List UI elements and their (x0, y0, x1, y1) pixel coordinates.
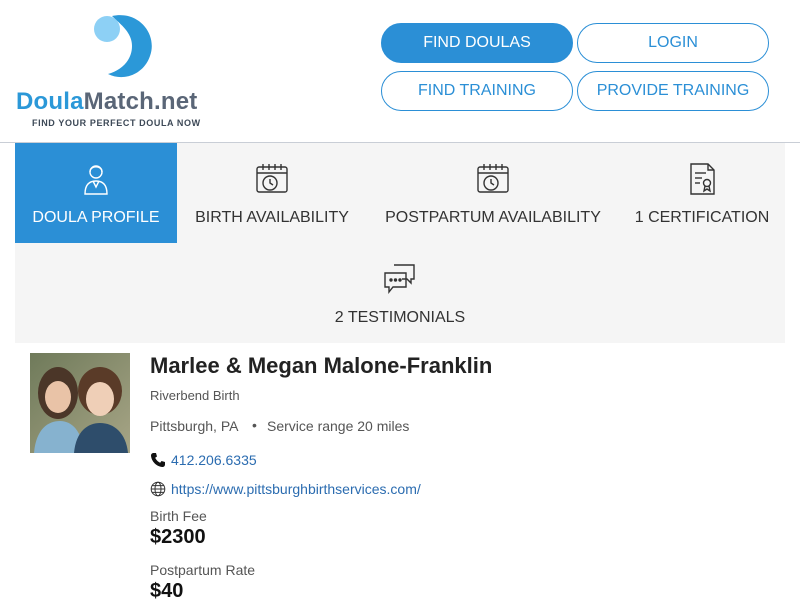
phone-icon (151, 453, 165, 467)
find-doulas-button[interactable]: FIND DOULAS (381, 23, 573, 63)
find-training-button[interactable]: FIND TRAINING (381, 71, 573, 111)
chat-bubbles-icon (384, 264, 415, 294)
logo-tagline: FIND YOUR PERFECT DOULA NOW (32, 118, 201, 128)
site-logo[interactable]: DoulaMatch.net FIND YOUR PERFECT DOULA N… (14, 10, 224, 135)
birth-fee-value: $2300 (150, 526, 206, 548)
location-text: Pittsburgh, PA (150, 418, 239, 434)
birth-fee-label: Birth Fee (150, 508, 207, 524)
tab-birth-availability[interactable]: BIRTH AVAILABILITY (177, 143, 367, 243)
website-link[interactable]: https://www.pittsburghbirthservices.com/ (171, 481, 421, 497)
tab-label: 1 CERTIFICATION (634, 209, 770, 226)
tab-label: 2 TESTIMONIALS (334, 309, 466, 326)
calendar-clock-icon (256, 164, 288, 193)
tab-label: BIRTH AVAILABILITY (195, 209, 349, 226)
doula-name: Marlee & Megan Malone-Franklin (150, 353, 493, 378)
profile-tabs: DOULA PROFILE BIRTH AVAILABILITY POSTPAR… (15, 143, 785, 343)
site-header: DoulaMatch.net FIND YOUR PERFECT DOULA N… (0, 0, 800, 143)
logo-word-doula: Doula (16, 88, 84, 115)
postpartum-rate-value: $40 (150, 580, 184, 600)
person-icon (84, 165, 108, 195)
tab-postpartum-availability[interactable]: POSTPARTUM AVAILABILITY (367, 143, 619, 243)
logo-wordmark: DoulaMatch.net (16, 88, 197, 116)
tab-certification[interactable]: 1 CERTIFICATION (619, 143, 785, 243)
doula-match-logo-icon (94, 15, 152, 78)
certificate-icon (690, 163, 715, 195)
postpartum-rate-label: Postpartum Rate (150, 562, 256, 578)
provide-training-button[interactable]: PROVIDE TRAINING (577, 71, 769, 111)
tab-doula-profile[interactable]: DOULA PROFILE (15, 143, 177, 243)
phone-link[interactable]: 412.206.6335 (171, 452, 257, 468)
tab-testimonials[interactable]: 2 TESTIMONIALS (15, 243, 785, 343)
login-button[interactable]: LOGIN (577, 23, 769, 63)
calendar-clock-icon (477, 164, 509, 193)
globe-icon (150, 481, 166, 497)
doula-photo (30, 353, 130, 453)
tab-label: DOULA PROFILE (32, 209, 160, 226)
organization-name: Riverbend Birth (150, 388, 240, 403)
separator-dot: • (252, 417, 257, 433)
logo-word-match: Match.net (83, 88, 198, 115)
tab-label: POSTPARTUM AVAILABILITY (385, 209, 601, 226)
service-range-text: Service range 20 miles (267, 418, 410, 434)
